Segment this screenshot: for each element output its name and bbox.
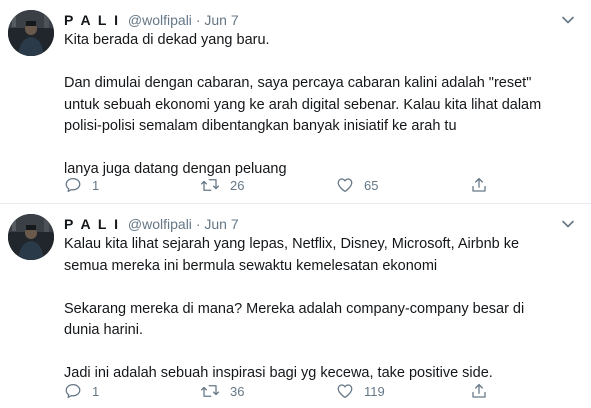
retweet-count: 36 bbox=[230, 383, 245, 399]
reply-count: 1 bbox=[92, 383, 100, 399]
like-button[interactable]: 119 bbox=[336, 382, 385, 400]
tweet-text: Kalau kita lihat sejarah yang lepas, Net… bbox=[64, 234, 577, 385]
tweet-date[interactable]: Jun 7 bbox=[204, 216, 238, 232]
heart-icon bbox=[337, 178, 353, 193]
tweet-header: P A L I @wolfipali · Jun 7 bbox=[64, 214, 577, 234]
separator-dot: · bbox=[195, 216, 201, 232]
tweet-line: dunia harini. bbox=[64, 322, 143, 338]
tweet-line: Kita berada di dekad yang baru. bbox=[64, 32, 270, 48]
share-button[interactable] bbox=[470, 176, 488, 194]
tweet-date[interactable]: Jun 7 bbox=[204, 12, 238, 28]
tweet-timeline: P A L I @wolfipali · Jun 7 Kita berada d… bbox=[0, 0, 591, 408]
reply-button[interactable]: 1 bbox=[64, 382, 99, 400]
tweet-line: untuk sebuah ekonomi yang ke arah digita… bbox=[64, 96, 542, 113]
reply-count: 1 bbox=[92, 177, 100, 193]
tweet-actions: 1 26 65 bbox=[64, 174, 577, 196]
retweet-icon bbox=[200, 385, 220, 397]
tweet[interactable]: P A L I @wolfipali · Jun 7 Kita berada d… bbox=[0, 0, 591, 204]
tweet-line: semua mereka ini bermula sewaktu kemeles… bbox=[64, 257, 438, 274]
reply-icon bbox=[65, 383, 81, 399]
share-icon bbox=[472, 383, 486, 398]
reply-icon bbox=[65, 177, 81, 193]
tweet-actions: 1 36 119 bbox=[64, 380, 577, 402]
share-button[interactable] bbox=[470, 382, 488, 400]
chevron-down-icon[interactable] bbox=[559, 214, 577, 234]
author-handle[interactable]: @wolfipali bbox=[128, 12, 192, 28]
avatar[interactable] bbox=[8, 214, 54, 260]
separator-dot: · bbox=[195, 12, 201, 28]
retweet-icon bbox=[200, 179, 220, 191]
tweet-header: P A L I @wolfipali · Jun 7 bbox=[64, 10, 577, 30]
like-count: 119 bbox=[364, 383, 385, 399]
retweet-button[interactable]: 26 bbox=[200, 176, 244, 194]
tweet-line: Sekarang mereka di mana? Mereka adalah c… bbox=[64, 300, 525, 317]
heart-icon bbox=[337, 384, 353, 399]
author-handle[interactable]: @wolfipali bbox=[128, 216, 192, 232]
like-count: 65 bbox=[364, 177, 379, 193]
tweet-line: polisi-polisi semalam dibentangkan banya… bbox=[64, 118, 457, 134]
tweet-line: Kalau kita lihat sejarah yang lepas, Net… bbox=[64, 236, 520, 252]
reply-button[interactable]: 1 bbox=[64, 176, 99, 194]
tweet-line: Dan dimulai dengan cabaran, saya percaya… bbox=[64, 75, 532, 91]
avatar[interactable] bbox=[8, 10, 54, 56]
like-button[interactable]: 65 bbox=[336, 176, 378, 194]
author-name[interactable]: P A L I bbox=[64, 216, 120, 232]
retweet-count: 26 bbox=[230, 177, 245, 193]
author-name[interactable]: P A L I bbox=[64, 12, 120, 28]
retweet-button[interactable]: 36 bbox=[200, 382, 244, 400]
share-icon bbox=[472, 177, 486, 192]
tweet-text: Kita berada di dekad yang baru. Dan dimu… bbox=[64, 30, 577, 181]
tweet[interactable]: P A L I @wolfipali · Jun 7 Kalau kita li… bbox=[0, 204, 591, 408]
chevron-down-icon[interactable] bbox=[559, 10, 577, 30]
